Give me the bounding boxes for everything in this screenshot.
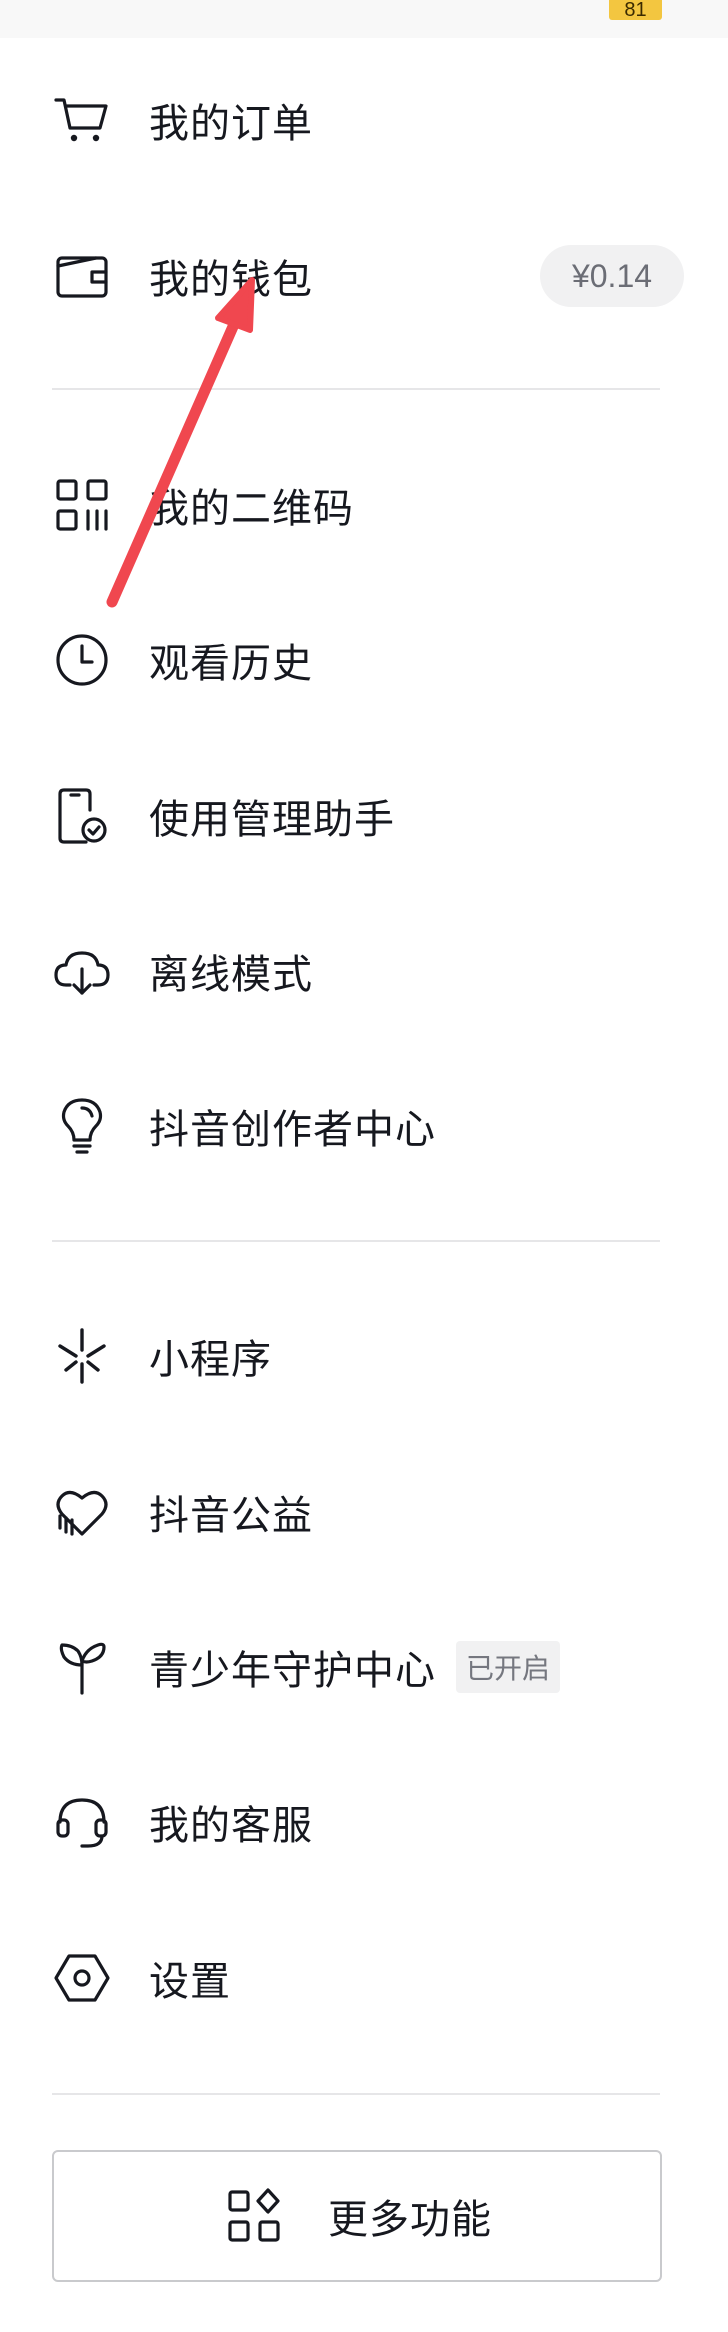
menu-item-charity[interactable]: 抖音公益 [0, 1434, 728, 1590]
menu-item-label: 离线模式 [149, 952, 313, 998]
phone-check-icon [52, 786, 112, 846]
sprout-icon [52, 1637, 112, 1697]
notification-badge: 81 [609, 0, 662, 20]
menu-item-label: 观看历史 [149, 641, 313, 687]
apps-grid-icon [224, 2186, 284, 2246]
divider [52, 1240, 660, 1242]
menu-item-qrcode[interactable]: 我的二维码 [0, 427, 728, 583]
menu-item-label: 青少年守护中心 [149, 1648, 436, 1694]
menu-item-label: 使用管理助手 [149, 797, 395, 843]
wallet-balance: ¥0.14 [540, 245, 684, 307]
menu-item-youth[interactable]: 青少年守护中心 已开启 [0, 1589, 728, 1745]
menu-item-label: 我的订单 [149, 101, 313, 147]
cart-icon [52, 90, 112, 150]
hexagon-gear-icon [52, 1948, 112, 2008]
menu-item-assistant[interactable]: 使用管理助手 [0, 738, 728, 894]
headset-icon [52, 1792, 112, 1852]
menu-item-label: 抖音创作者中心 [149, 1107, 436, 1153]
menu-item-label: 抖音公益 [149, 1493, 313, 1539]
menu-item-wallet[interactable]: 我的钱包 ¥0.14 [0, 198, 728, 354]
menu-item-miniapp[interactable]: 小程序 [0, 1278, 728, 1434]
divider [52, 388, 660, 390]
menu-item-label: 我的二维码 [149, 486, 354, 532]
wallet-icon [52, 246, 112, 306]
more-functions-label: 更多功能 [328, 2197, 492, 2243]
menu-item-orders[interactable]: 我的订单 [0, 42, 728, 198]
lightbulb-icon [52, 1096, 112, 1156]
clock-icon [52, 630, 112, 690]
heart-hand-icon [52, 1482, 112, 1542]
menu-item-label: 我的钱包 [149, 257, 313, 303]
asterisk-icon [52, 1326, 112, 1386]
menu-item-service[interactable]: 我的客服 [0, 1744, 728, 1900]
menu-item-label: 我的客服 [149, 1803, 313, 1849]
status-bar: 81 [0, 0, 728, 38]
menu-item-creator[interactable]: 抖音创作者中心 [0, 1048, 728, 1204]
qr-code-icon [52, 475, 112, 535]
status-badge: 已开启 [456, 1641, 561, 1693]
menu-item-offline[interactable]: 离线模式 [0, 893, 728, 1049]
menu-item-settings[interactable]: 设置 [0, 1900, 728, 2056]
divider [52, 2093, 660, 2095]
more-functions-button[interactable]: 更多功能 [52, 2150, 662, 2282]
menu-item-label: 设置 [149, 1959, 231, 2005]
cloud-download-icon [52, 941, 112, 1001]
menu-item-label: 小程序 [149, 1337, 272, 1383]
menu-item-history[interactable]: 观看历史 [0, 582, 728, 738]
